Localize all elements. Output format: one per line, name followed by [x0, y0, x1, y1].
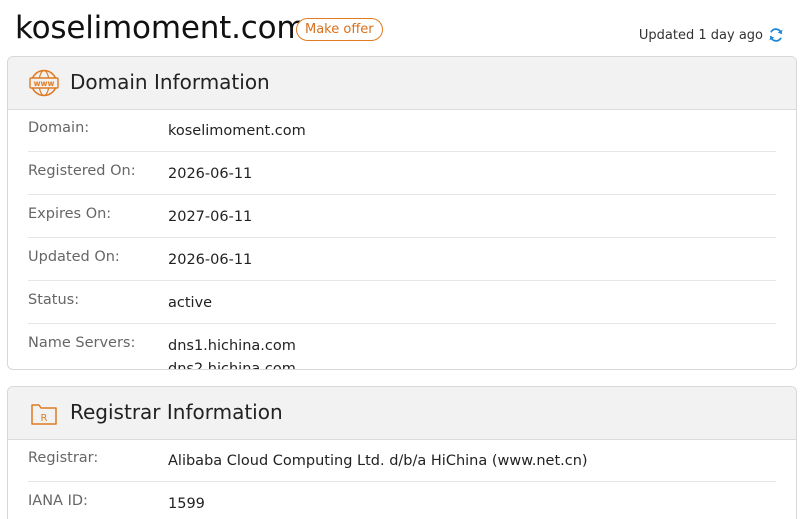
row-value: Alibaba Cloud Computing Ltd. d/b/a HiChi…	[168, 453, 588, 469]
page-title: koselimoment.com	[15, 10, 307, 46]
registrar-information-rows: Registrar: Alibaba Cloud Computing Ltd. …	[8, 440, 796, 519]
name-server-2: dns2.hichina.com	[168, 360, 296, 370]
name-server-1: dns1.hichina.com	[168, 338, 296, 354]
row-label: Name Servers:	[28, 335, 136, 351]
svg-text:www: www	[34, 79, 55, 88]
info-row-updated-on: Updated On: 2026-06-11	[28, 238, 776, 281]
row-value: 2026-06-11	[168, 166, 253, 182]
info-row-name-servers: Name Servers: dns1.hichina.com dns2.hich…	[28, 324, 776, 370]
row-value: 2026-06-11	[168, 252, 253, 268]
info-row-status: Status: active	[28, 281, 776, 324]
info-row-domain: Domain: koselimoment.com	[28, 110, 776, 152]
svg-text:R: R	[41, 413, 48, 424]
registrar-information-title: Registrar Information	[70, 400, 283, 424]
row-value: koselimoment.com	[168, 123, 306, 139]
updated-text: Updated 1 day ago	[638, 27, 763, 43]
page-header: koselimoment.com Make offer Updated 1 da…	[0, 0, 804, 56]
row-label: Registered On:	[28, 163, 136, 179]
registrar-r-icon: R	[31, 404, 57, 425]
row-label: Registrar:	[28, 450, 99, 466]
row-label: Updated On:	[28, 249, 120, 265]
row-value: active	[168, 295, 213, 311]
domain-information-rows: Domain: koselimoment.com Registered On: …	[8, 110, 796, 370]
info-row-registered-on: Registered On: 2026-06-11	[28, 152, 776, 195]
row-label: IANA ID:	[28, 493, 88, 509]
row-label: Expires On:	[28, 206, 112, 222]
row-value: dns1.hichina.com dns2.hichina.com	[168, 324, 776, 370]
row-value: 1599	[168, 496, 205, 512]
row-label: Status:	[28, 292, 80, 308]
info-row-iana-id: IANA ID: 1599	[28, 482, 776, 519]
row-label: Domain:	[28, 120, 90, 136]
updated-status: Updated 1 day ago	[639, 27, 784, 43]
row-value: 2027-06-11	[168, 209, 253, 225]
info-row-registrar: Registrar: Alibaba Cloud Computing Ltd. …	[28, 440, 776, 482]
refresh-icon[interactable]	[768, 27, 784, 43]
domain-information-title: Domain Information	[70, 70, 270, 94]
domain-information-card: www Domain Information Domain: koselimom…	[7, 56, 797, 370]
make-offer-button[interactable]: Make offer	[296, 18, 383, 41]
registrar-information-card: R Registrar Information Registrar: Aliba…	[7, 386, 797, 519]
www-globe-icon: www	[29, 69, 59, 97]
domain-information-header: www Domain Information	[8, 57, 796, 110]
info-row-expires-on: Expires On: 2027-06-11	[28, 195, 776, 238]
registrar-information-header: R Registrar Information	[8, 387, 796, 440]
